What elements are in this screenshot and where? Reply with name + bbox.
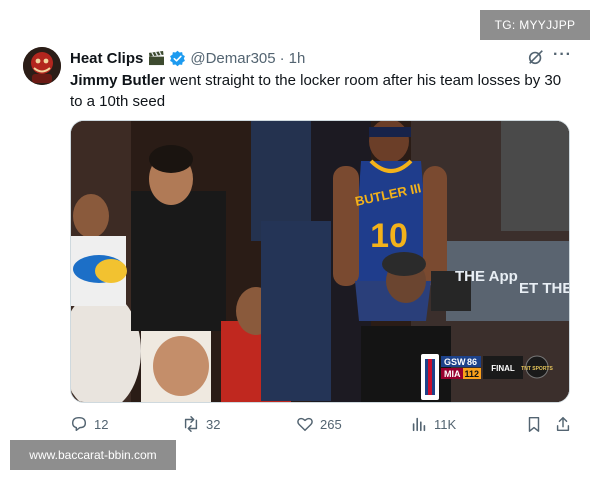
clapperboard-icon — [149, 50, 165, 65]
reply-button[interactable]: 12 — [70, 414, 108, 434]
scorebug-status: FINAL — [491, 364, 515, 373]
tweet-media[interactable]: BUTLER III 10 THE App ET THE S GSW 86 MI… — [70, 120, 570, 403]
watermark-top: TG: MYYJJPP — [480, 10, 590, 40]
heart-icon — [297, 417, 313, 432]
timestamp[interactable]: 1h — [289, 50, 306, 67]
signage-text: ET THE S — [519, 280, 570, 297]
verified-badge-icon[interactable] — [169, 50, 186, 67]
signage-app: THE App — [455, 268, 518, 285]
grok-icon[interactable] — [527, 48, 545, 66]
scorebug-network: TNT SPORTS — [521, 366, 553, 372]
avatar-image — [23, 47, 61, 85]
scorebug-team-2: MIA — [444, 369, 461, 379]
avatar[interactable] — [23, 47, 61, 85]
repost-count: 32 — [206, 416, 221, 432]
like-count: 265 — [320, 416, 342, 432]
like-button[interactable]: 265 — [296, 414, 342, 434]
tweet-header: Heat Clips @Demar305 · 1h — [70, 47, 305, 69]
tweet-text: Jimmy Butler went straight to the locker… — [70, 70, 570, 112]
handle[interactable]: @Demar305 — [190, 50, 275, 67]
repost-icon — [184, 416, 198, 432]
views-count: 11K — [434, 416, 457, 432]
separator-dot: · — [279, 49, 285, 67]
views-chart-icon — [412, 417, 426, 432]
scorebug-score-2: 112 — [464, 369, 479, 379]
scorebug-team-1: GSW — [444, 357, 466, 367]
repost-button[interactable]: 32 — [182, 414, 220, 434]
display-name[interactable]: Heat Clips — [70, 50, 143, 67]
share-icon — [556, 416, 570, 432]
reply-count: 12 — [94, 416, 109, 432]
watermark-bottom: www.baccarat-bbin.com — [10, 440, 176, 470]
media-scene: BUTLER III 10 THE App ET THE S GSW 86 MI… — [71, 121, 570, 402]
reply-icon — [71, 416, 87, 432]
bookmark-button[interactable] — [525, 414, 549, 434]
more-options-icon[interactable]: ··· — [553, 46, 572, 64]
tweet-text-bold[interactable]: Jimmy Butler — [70, 72, 165, 89]
views-button[interactable]: 11K — [410, 414, 456, 434]
bookmark-icon — [528, 416, 540, 432]
action-bar: 12 32 265 11K — [70, 414, 575, 434]
jersey-number: 10 — [370, 217, 408, 255]
scorebug-score-1: 86 — [467, 357, 477, 367]
share-button[interactable] — [554, 414, 578, 434]
